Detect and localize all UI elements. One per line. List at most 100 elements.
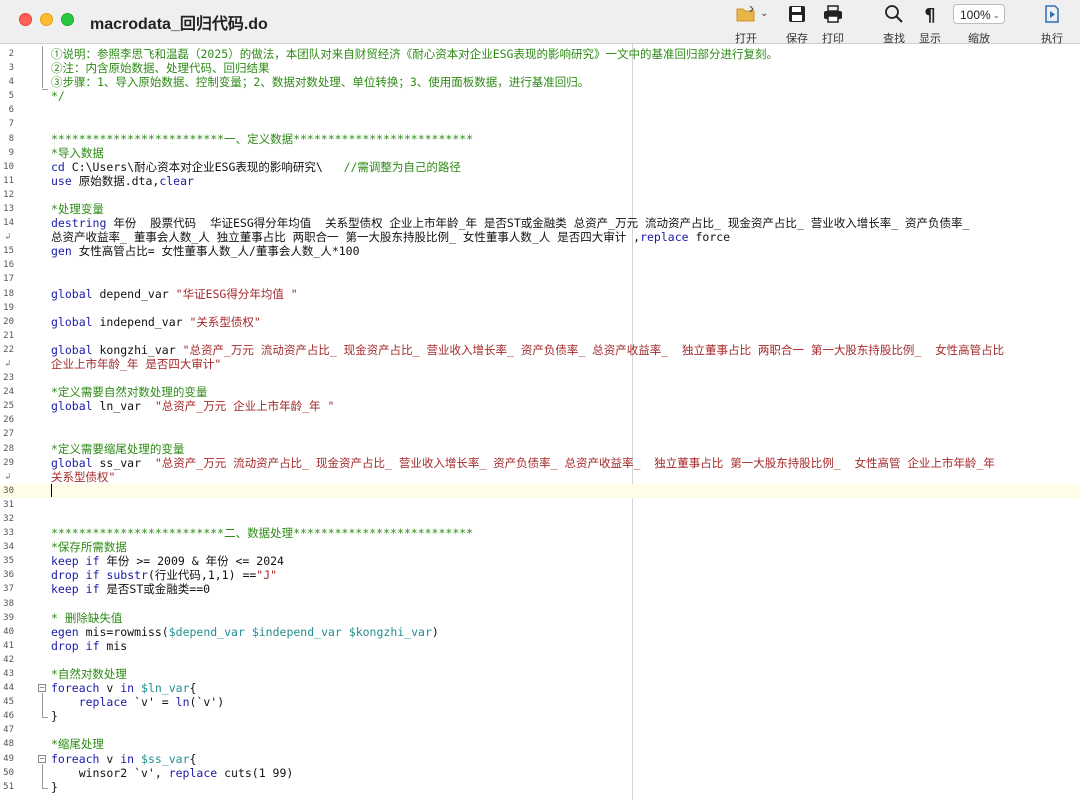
- close-window-button[interactable]: [19, 13, 32, 26]
- code-text: destring 年份 股票代码 华证ESG得分年均值 关系型债权 企业上市年龄…: [51, 216, 969, 230]
- show-button[interactable]: ¶ 显示: [910, 4, 950, 46]
- code-editor[interactable]: 2 ①说明：参照李思飞和温磊（2025）的做法，本团队对来自财贸经济《耐心资本对企…: [0, 44, 1080, 800]
- code-token: 关系型债权": [51, 469, 116, 484]
- code-line[interactable]: 25 global ln_var "总资产_万元 企业上市年龄_年 ": [0, 399, 1080, 413]
- code-line[interactable]: 18 global depend_var "华证ESG得分年均值 ": [0, 287, 1080, 301]
- code-text: *保存所需数据: [51, 540, 127, 554]
- code-line[interactable]: 39 * 删除缺失值: [0, 611, 1080, 625]
- code-line[interactable]: 14 destring 年份 股票代码 华证ESG得分年均值 关系型债权 企业上市…: [0, 216, 1080, 230]
- code-line[interactable]: 36 drop if substr(行业代码,1,1) =="J": [0, 568, 1080, 582]
- code-token: */: [51, 89, 65, 104]
- fold-toggle-icon[interactable]: −: [38, 684, 46, 693]
- code-line[interactable]: 42: [0, 653, 1080, 667]
- code-line[interactable]: 22 global kongzhi_var "总资产_万元 流动资产占比_ 现金资…: [0, 343, 1080, 357]
- code-token: keep: [51, 554, 79, 569]
- minimize-window-button[interactable]: [40, 13, 53, 26]
- code-line[interactable]: 35 keep if 年份 >= 2009 & 年份 <= 2024: [0, 554, 1080, 568]
- block-fold-bracket: [42, 693, 43, 718]
- code-line[interactable]: 9 *导入数据: [0, 146, 1080, 160]
- code-token: ②注：内含原始数据、处理代码、回归结果: [51, 61, 270, 76]
- code-token: if: [85, 582, 100, 597]
- code-line[interactable]: 4 ③步骤：1、导入原始数据、控制变量；2、数据对数处理、单位转换；3、使用面板数…: [0, 75, 1080, 89]
- line-number: 26: [3, 415, 14, 426]
- code-line[interactable]: 7: [0, 117, 1080, 131]
- code-token: "关系型债权": [189, 314, 261, 329]
- code-line[interactable]: 48 *缩尾处理: [0, 737, 1080, 751]
- open-menu-chevron-icon[interactable]: ⌄: [760, 8, 768, 19]
- code-text: */: [51, 89, 65, 103]
- code-text: *定义需要自然对数处理的变量: [51, 385, 207, 399]
- code-line[interactable]: 34 *保存所需数据: [0, 540, 1080, 554]
- code-token: replace: [78, 695, 128, 710]
- code-text: gen 女性高管占比= 女性董事人数_人/董事会人数_人*100: [51, 244, 360, 258]
- code-line[interactable]: 16: [0, 258, 1080, 272]
- maximize-window-button[interactable]: [61, 13, 74, 26]
- code-token: {: [189, 751, 197, 766]
- code-line[interactable]: 12: [0, 188, 1080, 202]
- code-token: C:\Users\耐心资本对企业ESG表现的影响研究\: [64, 159, 344, 174]
- code-line[interactable]: 40 egen mis=rowmiss($depend_var $independ…: [0, 625, 1080, 639]
- code-line[interactable]: 41 drop if mis: [0, 639, 1080, 653]
- code-line[interactable]: 2 ①说明：参照李思飞和温磊（2025）的做法，本团队对来自财贸经济《耐心资本对企…: [0, 47, 1080, 61]
- printer-icon: [813, 4, 853, 28]
- code-token: use: [51, 173, 72, 188]
- code-line[interactable]: 19: [0, 301, 1080, 315]
- code-text: *定义需要缩尾处理的变量: [51, 442, 184, 456]
- run-button[interactable]: 执行: [1032, 4, 1072, 46]
- chevron-down-icon: ⌄: [992, 10, 1000, 20]
- code-line[interactable]: 13 *处理变量: [0, 202, 1080, 216]
- code-line[interactable]: 33 *************************二、数据处理*******…: [0, 526, 1080, 540]
- code-line[interactable]: 17: [0, 272, 1080, 286]
- save-button[interactable]: 保存: [777, 4, 817, 46]
- code-line[interactable]: 15 gen 女性高管占比= 女性董事人数_人/董事会人数_人*100: [0, 244, 1080, 258]
- code-line[interactable]: 11 use 原始数据.dta,clear: [0, 174, 1080, 188]
- code-line[interactable]: 47: [0, 723, 1080, 737]
- code-token: mis=rowmiss(: [78, 624, 169, 639]
- code-line[interactable]: 27: [0, 427, 1080, 441]
- code-text: 关系型债权": [51, 470, 115, 484]
- code-token: cuts(1 99): [217, 765, 294, 780]
- code-line[interactable]: 10 cd C:\Users\耐心资本对企业ESG表现的影响研究\ //需调整为自…: [0, 160, 1080, 174]
- code-line[interactable]: ↲ 关系型债权": [0, 470, 1080, 484]
- code-line[interactable]: 38: [0, 597, 1080, 611]
- code-line[interactable]: 44 − foreach v in $ln_var{: [0, 681, 1080, 695]
- print-button[interactable]: 打印: [813, 4, 853, 46]
- run-document-icon: [1032, 4, 1072, 28]
- code-line[interactable]: 6: [0, 103, 1080, 117]
- code-token: egen: [51, 624, 79, 639]
- code-line[interactable]: 43 *自然对数处理: [0, 667, 1080, 681]
- code-line[interactable]: 46}: [0, 709, 1080, 723]
- code-line[interactable]: ↲ 企业上市年龄_年 是否四大审计": [0, 357, 1080, 371]
- code-line[interactable]: 28 *定义需要缩尾处理的变量: [0, 442, 1080, 456]
- code-line[interactable]: ↲ 总资产收益率_ 董事会人数_人 独立董事占比 两职合一 第一大股东持股比例_ …: [0, 230, 1080, 244]
- code-line[interactable]: 23: [0, 371, 1080, 385]
- code-text: global kongzhi_var "总资产_万元 流动资产占比_ 现金资产占…: [51, 343, 1004, 357]
- code-line[interactable]: 37 keep if 是否ST或金融类==0: [0, 582, 1080, 596]
- find-button[interactable]: 查找: [874, 4, 914, 46]
- line-number: 6: [8, 105, 14, 116]
- code-line[interactable]: 32: [0, 512, 1080, 526]
- code-line[interactable]: 24 *定义需要自然对数处理的变量: [0, 385, 1080, 399]
- fold-toggle-icon[interactable]: −: [38, 754, 46, 763]
- line-number: 13: [3, 203, 14, 214]
- code-text: use 原始数据.dta,clear: [51, 174, 194, 188]
- code-line[interactable]: 51}: [0, 780, 1080, 794]
- code-line[interactable]: 26: [0, 413, 1080, 427]
- zoom-select[interactable]: 100% ⌄: [953, 4, 1005, 24]
- code-line[interactable]: 21: [0, 329, 1080, 343]
- line-number: 22: [3, 344, 14, 355]
- code-line[interactable]: 20 global independ_var "关系型债权": [0, 315, 1080, 329]
- code-line[interactable]: 31: [0, 498, 1080, 512]
- code-line[interactable]: 49 − foreach v in $ss_var{: [0, 752, 1080, 766]
- code-line[interactable]: 50 winsor2 `v', replace cuts(1 99): [0, 766, 1080, 780]
- code-line[interactable]: 29 global ss_var "总资产_万元 流动资产占比_ 现金资产占比_ …: [0, 456, 1080, 470]
- code-line[interactable]: 45 replace `v' = ln(`v'): [0, 695, 1080, 709]
- code-line[interactable]: 5 */: [0, 89, 1080, 103]
- code-line[interactable]: 3 ②注：内含原始数据、处理代码、回归结果: [0, 61, 1080, 75]
- code-text: ①说明：参照李思飞和温磊（2025）的做法，本团队对来自财贸经济《耐心资本对企业…: [51, 47, 778, 61]
- code-text: drop if mis: [51, 639, 127, 653]
- code-text: *************************一、定义数据*********…: [51, 132, 473, 146]
- code-line[interactable]: 8 *************************一、定义数据********…: [0, 132, 1080, 146]
- current-code-line[interactable]: 30: [0, 483, 1080, 498]
